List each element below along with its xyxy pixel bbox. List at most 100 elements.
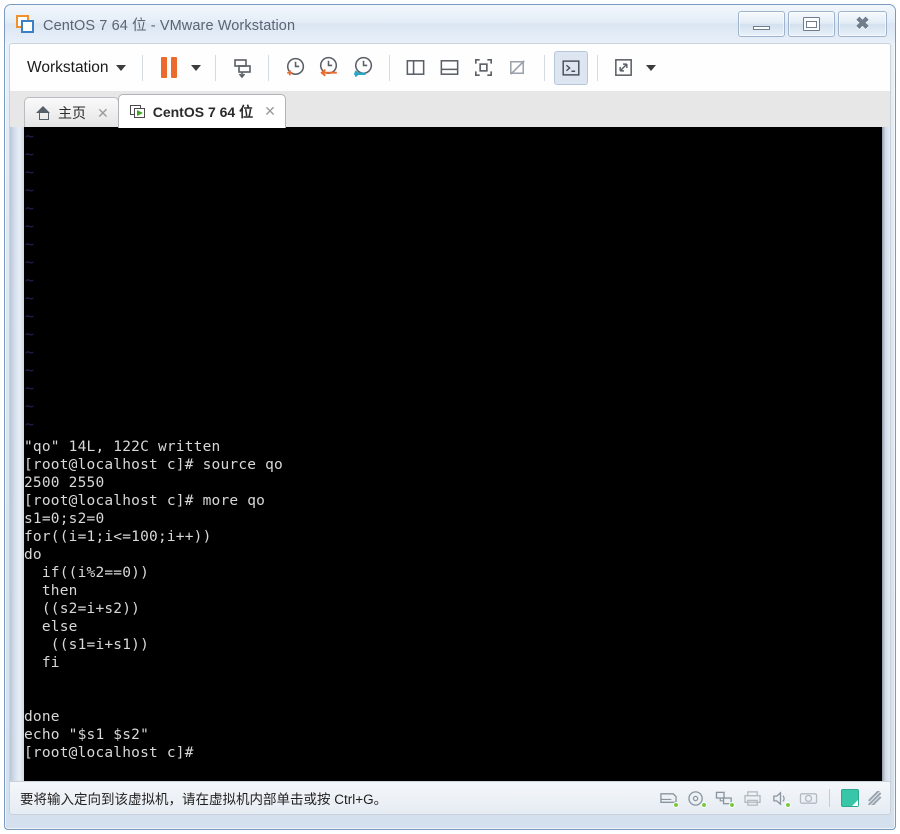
vim-tilde-marker: ~ bbox=[25, 235, 35, 253]
workstation-menu-label: Workstation bbox=[27, 58, 109, 76]
show-library-button[interactable] bbox=[399, 51, 433, 85]
tab-centos-vm-close-icon[interactable]: ✕ bbox=[264, 103, 276, 120]
cd-dvd-icon[interactable] bbox=[687, 790, 707, 808]
vm-screen-left-border bbox=[10, 127, 24, 781]
vmware-workstation-window: CentOS 7 64 位 - VMware Workstation ✖ Wor… bbox=[4, 4, 896, 830]
snapshot-manager-clock-icon bbox=[354, 56, 373, 78]
unity-mode-button[interactable] bbox=[501, 51, 535, 85]
hard-disk-icon[interactable] bbox=[659, 790, 679, 808]
tab-home[interactable]: 主页 ✕ bbox=[24, 97, 119, 128]
toolbar-divider bbox=[141, 54, 143, 81]
vm-running-icon bbox=[129, 104, 146, 119]
guest-terminal-screen[interactable]: ~ ~ ~ ~ ~ ~ ~ ~ ~ ~ ~ ~ ~ ~ ~ ~ ~ "qo" 14L, 122C written… bbox=[24, 127, 882, 781]
enter-fullscreen-button[interactable] bbox=[467, 51, 501, 85]
vm-console-area[interactable]: ~ ~ ~ ~ ~ ~ ~ ~ ~ ~ ~ ~ ~ ~ ~ ~ ~ "qo" 14L, 122C written… bbox=[9, 127, 891, 781]
toolbar-divider bbox=[388, 54, 390, 81]
home-icon bbox=[36, 106, 51, 120]
snapshot-revert-clock-icon bbox=[319, 56, 338, 77]
chevron-down-icon bbox=[645, 64, 656, 71]
show-thumbnail-bar-button[interactable] bbox=[433, 51, 467, 85]
snapshot-manager-button[interactable] bbox=[346, 51, 380, 85]
terminal-line: done bbox=[24, 709, 60, 725]
camera-icon[interactable] bbox=[799, 790, 818, 807]
status-message: 要将输入定向到该虚拟机，请在虚拟机内部单击或按 Ctrl+G。 bbox=[20, 792, 388, 807]
vim-tilde-marker: ~ bbox=[25, 343, 35, 361]
minimize-button[interactable] bbox=[738, 11, 785, 37]
vim-tilde-marker: ~ bbox=[25, 271, 35, 289]
pause-dropdown-button[interactable] bbox=[186, 51, 206, 85]
take-snapshot-button[interactable] bbox=[278, 51, 312, 85]
resize-grip-icon[interactable] bbox=[868, 791, 882, 805]
vim-tilde-marker: ~ bbox=[25, 361, 35, 379]
terminal-line: for((i=1;i<=100;i++)) bbox=[24, 529, 212, 545]
chevron-down-icon bbox=[190, 64, 201, 71]
stretch-dropdown-button[interactable] bbox=[641, 51, 661, 85]
stretch-view-button[interactable] bbox=[607, 51, 641, 85]
window-controls: ✖ bbox=[738, 11, 887, 37]
vim-tilde-marker: ~ bbox=[25, 199, 35, 217]
revert-snapshot-button[interactable] bbox=[312, 51, 346, 85]
vim-tilde-marker: ~ bbox=[25, 163, 35, 181]
terminal-line: do bbox=[24, 547, 42, 563]
pause-icon bbox=[160, 57, 177, 78]
terminal-line: if((i%2==0)) bbox=[24, 565, 150, 581]
terminal-output: "qo" 14L, 122C written [root@localhost c]… bbox=[24, 438, 882, 762]
vim-tilde-marker: ~ bbox=[25, 379, 35, 397]
tab-centos-vm[interactable]: CentOS 7 64 位 ✕ bbox=[117, 94, 286, 128]
console-view-button[interactable] bbox=[553, 50, 588, 85]
vim-tilde-marker: ~ bbox=[25, 217, 35, 235]
network-adapter-icon[interactable] bbox=[715, 790, 735, 808]
terminal-line: then bbox=[24, 583, 78, 599]
unity-disabled-icon bbox=[510, 60, 525, 75]
terminal-line: echo "$s1 $s2" bbox=[24, 727, 150, 743]
close-icon: ✖ bbox=[855, 14, 870, 33]
terminal-line: [root@localhost c]# more qo bbox=[24, 493, 266, 509]
panel-bottom-icon bbox=[440, 60, 459, 75]
printer-icon[interactable] bbox=[743, 790, 762, 807]
tab-home-close-icon[interactable]: ✕ bbox=[97, 105, 109, 122]
sound-card-icon[interactable] bbox=[771, 790, 791, 808]
note-icon[interactable] bbox=[841, 789, 859, 807]
vim-tilde-marker: ~ bbox=[25, 145, 35, 163]
minimize-icon bbox=[753, 26, 770, 30]
vim-tilde-marker: ~ bbox=[25, 181, 35, 199]
tab-home-label: 主页 bbox=[58, 105, 86, 121]
title-bar: CentOS 7 64 位 - VMware Workstation ✖ bbox=[5, 5, 895, 43]
vim-empty-line-markers: ~ ~ ~ ~ ~ ~ ~ ~ ~ ~ ~ ~ ~ ~ ~ ~ ~ bbox=[24, 127, 44, 433]
vim-tilde-marker: ~ bbox=[25, 325, 35, 343]
vm-screen-right-border bbox=[882, 127, 890, 781]
expand-arrows-icon bbox=[615, 59, 632, 76]
workstation-menu-button[interactable]: Workstation bbox=[20, 54, 133, 82]
toolbar-divider bbox=[543, 54, 545, 81]
close-button[interactable]: ✖ bbox=[838, 11, 887, 37]
title-bar-left: CentOS 7 64 位 - VMware Workstation bbox=[16, 14, 295, 35]
status-divider bbox=[829, 789, 830, 807]
terminal-line: ((s1=i+s1)) bbox=[24, 637, 150, 653]
terminal-line: [root@localhost c]# bbox=[24, 745, 194, 761]
toolbar-divider bbox=[214, 54, 216, 81]
pause-vm-button[interactable] bbox=[152, 51, 186, 85]
window-title: CentOS 7 64 位 - VMware Workstation bbox=[43, 18, 296, 34]
vim-tilde-marker: ~ bbox=[25, 253, 35, 271]
restore-button[interactable] bbox=[788, 11, 835, 37]
toolbar-divider bbox=[267, 54, 269, 81]
vim-tilde-marker: ~ bbox=[25, 289, 35, 307]
terminal-line: ((s2=i+s2)) bbox=[24, 601, 141, 617]
panel-left-icon bbox=[406, 60, 425, 75]
send-key-icon bbox=[233, 58, 251, 78]
status-bar: 要将输入定向到该虚拟机，请在虚拟机内部单击或按 Ctrl+G。 bbox=[9, 781, 891, 815]
terminal-line: [root@localhost c]# source qo bbox=[24, 457, 283, 473]
send-ctrl-alt-del-button[interactable] bbox=[225, 51, 259, 85]
terminal-line: else bbox=[24, 619, 78, 635]
vm-tab-strip: 主页 ✕ CentOS 7 64 位 ✕ bbox=[9, 91, 891, 128]
terminal-line: s1=0;s2=0 bbox=[24, 511, 105, 527]
toolbar-divider bbox=[596, 54, 598, 81]
vim-tilde-marker: ~ bbox=[25, 397, 35, 415]
vim-tilde-marker: ~ bbox=[25, 415, 35, 433]
vim-tilde-marker: ~ bbox=[25, 127, 35, 145]
main-toolbar: Workstation bbox=[9, 43, 891, 91]
tab-centos-vm-label: CentOS 7 64 位 bbox=[152, 103, 254, 120]
fullscreen-icon bbox=[475, 59, 493, 76]
